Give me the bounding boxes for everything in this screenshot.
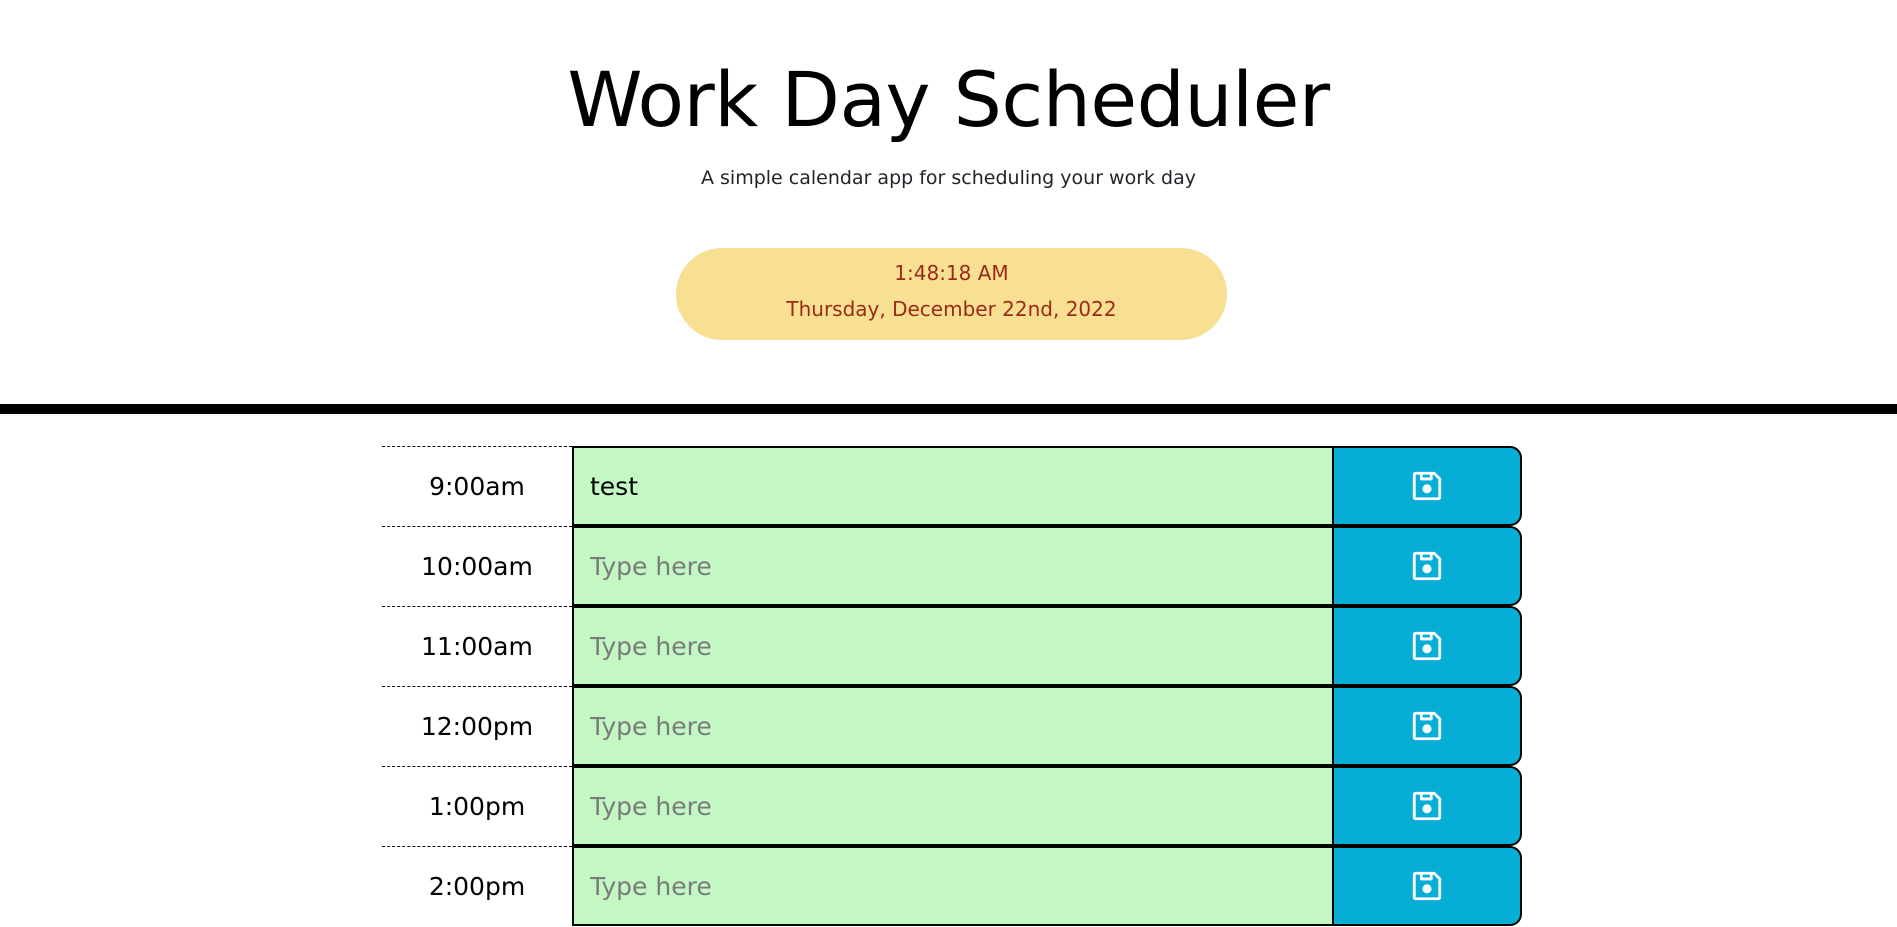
current-date: Thursday, December 22nd, 2022 — [786, 297, 1117, 321]
floppy-disk-icon — [1412, 631, 1442, 661]
save-button[interactable] — [1332, 766, 1522, 846]
page-title: Work Day Scheduler — [567, 55, 1330, 144]
floppy-disk-icon — [1412, 871, 1442, 901]
task-input[interactable] — [572, 766, 1332, 846]
task-input[interactable] — [572, 606, 1332, 686]
hour-label: 12:00pm — [382, 686, 572, 766]
header-divider — [0, 404, 1897, 414]
task-input[interactable] — [572, 846, 1332, 926]
floppy-disk-icon — [1412, 711, 1442, 741]
save-button[interactable] — [1332, 606, 1522, 686]
header: Work Day Scheduler A simple calendar app… — [0, 0, 1897, 404]
floppy-disk-icon — [1412, 471, 1442, 501]
save-button[interactable] — [1332, 846, 1522, 926]
current-time: 1:48:18 AM — [894, 261, 1009, 285]
time-block-row: 1:00pm — [382, 766, 1522, 846]
task-input[interactable] — [572, 686, 1332, 766]
time-block-row: 2:00pm — [382, 846, 1522, 926]
clock-display: 1:48:18 AM Thursday, December 22nd, 2022 — [676, 248, 1227, 340]
time-block-row: 9:00am — [382, 446, 1522, 526]
task-input[interactable] — [572, 446, 1332, 526]
time-block-row: 11:00am — [382, 606, 1522, 686]
floppy-disk-icon — [1412, 791, 1442, 821]
time-block-row: 12:00pm — [382, 686, 1522, 766]
save-button[interactable] — [1332, 446, 1522, 526]
schedule: 9:00am 10:00am 11:00am — [382, 446, 1522, 926]
hour-label: 2:00pm — [382, 846, 572, 926]
floppy-disk-icon — [1412, 551, 1442, 581]
save-button[interactable] — [1332, 526, 1522, 606]
page-subtitle: A simple calendar app for scheduling you… — [700, 167, 1197, 189]
hour-label: 10:00am — [382, 526, 572, 606]
hour-label: 1:00pm — [382, 766, 572, 846]
hour-label: 11:00am — [382, 606, 572, 686]
save-button[interactable] — [1332, 686, 1522, 766]
hour-label: 9:00am — [382, 446, 572, 526]
task-input[interactable] — [572, 526, 1332, 606]
time-block-row: 10:00am — [382, 526, 1522, 606]
